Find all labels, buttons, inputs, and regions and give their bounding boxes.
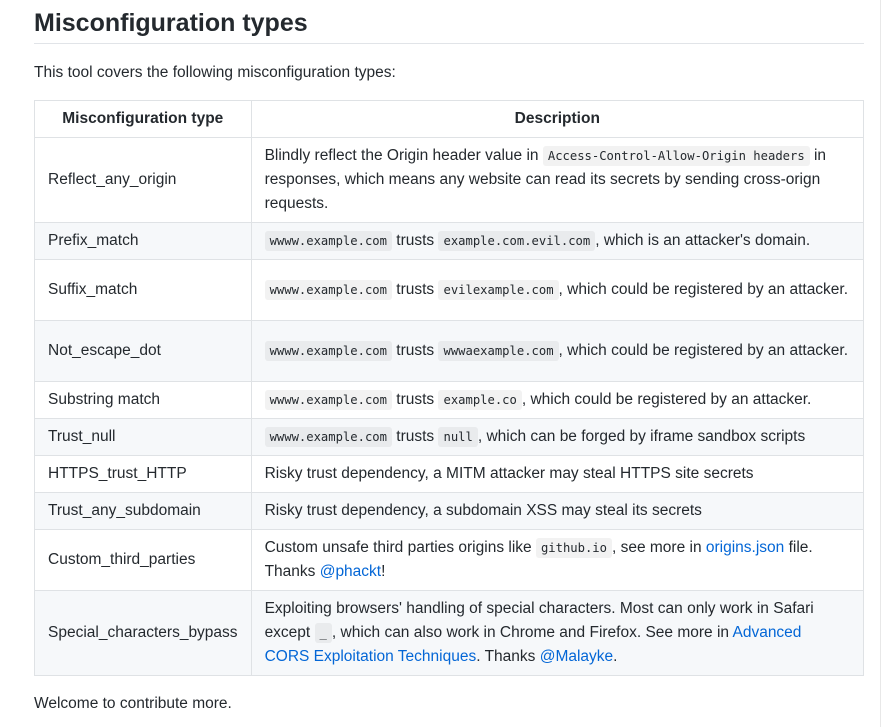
description-text: trusts <box>391 281 439 298</box>
description-text: , which can also work in Chrome and Fire… <box>331 624 733 641</box>
description-text: Custom unsafe third parties origins like <box>264 539 536 556</box>
code-snippet: _ <box>314 623 332 643</box>
description-text: . <box>613 648 618 665</box>
type-cell: Special_characters_bypass <box>34 590 252 676</box>
description-text: , which could be registered by an attack… <box>521 391 812 408</box>
type-cell: Trust_any_subdomain <box>34 492 252 530</box>
code-snippet: wwwaexample.com <box>438 341 559 361</box>
description-text: ! <box>381 563 386 580</box>
description-text: , which can be forged by iframe sandbox … <box>477 428 806 445</box>
type-cell: Not_escape_dot <box>34 320 252 382</box>
table-row: Special_characters_bypass Exploiting bro… <box>34 590 865 676</box>
description-cell: Exploiting browsers' handling of special… <box>250 590 865 676</box>
description-cell: wwww.example.com trusts null, which can … <box>250 418 865 456</box>
origins-json-link[interactable]: origins.json <box>706 539 784 556</box>
code-snippet: wwww.example.com <box>264 280 392 300</box>
malayke-profile-link[interactable]: @Malayke <box>540 648 613 665</box>
description-text: Blindly reflect the Origin header value … <box>264 147 543 164</box>
type-cell: Prefix_match <box>34 222 252 260</box>
description-cell: Custom unsafe third parties origins like… <box>250 529 865 591</box>
description-cell: wwww.example.com trusts wwwaexample.com,… <box>250 320 865 382</box>
table-row: HTTPS_trust_HTTP Risky trust dependency,… <box>34 455 865 493</box>
code-snippet: wwww.example.com <box>264 341 392 361</box>
type-cell: HTTPS_trust_HTTP <box>34 455 252 493</box>
table-header-row: Misconfiguration type Description <box>34 100 865 138</box>
code-snippet: wwww.example.com <box>264 427 392 447</box>
table-row: Substring match wwww.example.com trusts … <box>34 381 865 419</box>
column-header-description: Description <box>250 100 865 138</box>
description-text: trusts <box>391 428 439 445</box>
code-snippet: github.io <box>535 538 612 558</box>
code-snippet: Access-Control-Allow-Origin headers <box>542 146 810 166</box>
description-text: trusts <box>391 391 439 408</box>
description-cell: wwww.example.com trusts example.com.evil… <box>250 222 865 260</box>
table-row: Custom_third_parties Custom unsafe third… <box>34 529 865 591</box>
code-snippet: example.com.evil.com <box>438 231 596 251</box>
section-heading: Misconfiguration types <box>34 6 864 44</box>
code-snippet: example.co <box>438 390 522 410</box>
column-header-type: Misconfiguration type <box>34 100 252 138</box>
description-cell: Risky trust dependency, a subdomain XSS … <box>250 492 865 530</box>
table-row: Prefix_match wwww.example.com trusts exa… <box>34 222 865 260</box>
misconfiguration-table: Misconfiguration type Description Reflec… <box>34 100 865 676</box>
type-cell: Trust_null <box>34 418 252 456</box>
phackt-profile-link[interactable]: @phackt <box>320 563 381 580</box>
outro-text: Welcome to contribute more. <box>34 695 232 712</box>
description-text: trusts <box>391 342 439 359</box>
description-text: trusts <box>391 232 439 249</box>
type-cell: Suffix_match <box>34 259 252 321</box>
description-cell: Blindly reflect the Origin header value … <box>250 137 865 223</box>
description-text: , which could be registered by an attack… <box>558 281 849 298</box>
table-row: Trust_null wwww.example.com trusts null,… <box>34 418 865 456</box>
table-row: Reflect_any_origin Blindly reflect the O… <box>34 137 865 223</box>
code-snippet: wwww.example.com <box>264 390 392 410</box>
description-cell: wwww.example.com trusts example.co, whic… <box>250 381 865 419</box>
description-text: . Thanks <box>476 648 540 665</box>
page-edge-divider <box>880 0 881 727</box>
code-snippet: evilexample.com <box>438 280 559 300</box>
description-cell: wwww.example.com trusts evilexample.com,… <box>250 259 865 321</box>
type-cell: Custom_third_parties <box>34 529 252 591</box>
table-row: Trust_any_subdomain Risky trust dependen… <box>34 492 865 530</box>
table-row: Suffix_match wwww.example.com trusts evi… <box>34 259 865 321</box>
code-snippet: null <box>438 427 478 447</box>
description-text: , see more in <box>611 539 706 556</box>
intro-text: This tool covers the following misconfig… <box>34 64 396 81</box>
description-cell: Risky trust dependency, a MITM attacker … <box>250 455 865 493</box>
description-text: , which is an attacker's domain. <box>595 232 811 249</box>
description-text: , which could be registered by an attack… <box>558 342 849 359</box>
code-snippet: wwww.example.com <box>264 231 392 251</box>
type-cell: Substring match <box>34 381 252 419</box>
table-row: Not_escape_dot wwww.example.com trusts w… <box>34 320 865 382</box>
type-cell: Reflect_any_origin <box>34 137 252 223</box>
